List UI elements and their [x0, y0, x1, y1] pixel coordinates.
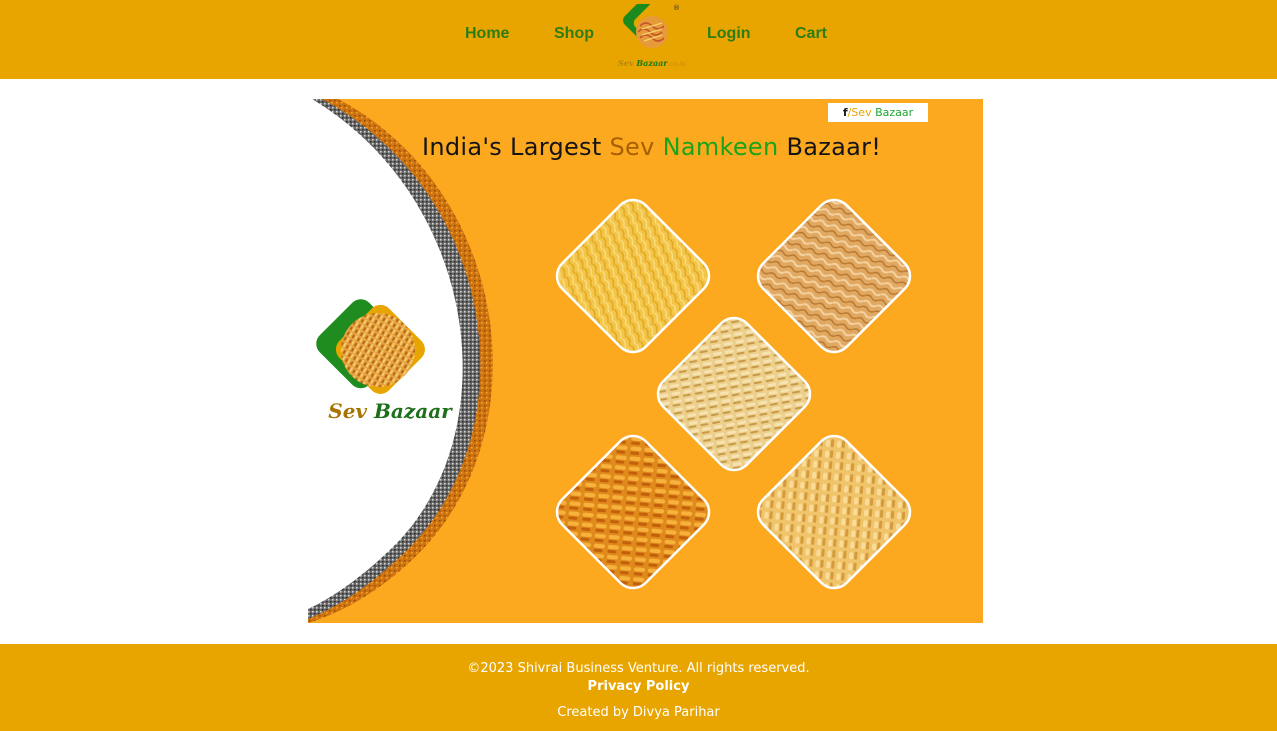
logo-diamond-icon [623, 0, 675, 48]
headline-namkeen: Namkeen [662, 133, 779, 161]
footer-copyright: ©2023 Shivrai Business Venture. All righ… [467, 661, 810, 676]
brand-word-bazaar: Bazaar [374, 399, 452, 423]
nav-home-link[interactable]: Home [465, 25, 509, 43]
brand-word-sev: Sev [328, 399, 368, 423]
fb-tag-word-bazaar: Bazaar [875, 106, 914, 119]
registered-mark: ® [673, 4, 680, 12]
privacy-policy-link[interactable]: Privacy Policy [0, 679, 1277, 694]
logo-domain-suffix: .co.in [667, 61, 686, 68]
site-logo[interactable]: ® Sev Bazaar.co.in [616, 0, 688, 70]
logo-word-bazaar: Bazaar [636, 58, 668, 68]
nav-shop-link[interactable]: Shop [554, 25, 594, 43]
logo-wordmark: Sev Bazaar.co.in [616, 58, 688, 68]
banner-brand-name: Sev Bazaar [320, 399, 460, 423]
nav-login-link[interactable]: Login [707, 25, 751, 43]
hero-banner: f/Sev Bazaar India's Largest Sev Namkeen… [308, 99, 983, 623]
facebook-tag[interactable]: f/Sev Bazaar [828, 103, 928, 122]
footer-credit: Created by Divya Parihar [557, 705, 720, 720]
nav-cart-link[interactable]: Cart [795, 25, 827, 43]
banner-artwork [308, 99, 912, 623]
logo-word-sev: Sev [618, 58, 634, 68]
fb-tag-word-sev: Sev [851, 106, 872, 119]
site-footer: ©2023 Shivrai Business Venture. All righ… [0, 644, 1277, 731]
headline-part1: India's Largest [422, 133, 602, 161]
headline-bazaar: Bazaar! [786, 133, 882, 161]
site-header: Home Shop ® Sev Bazaar.co.in Login Cart [0, 0, 1277, 79]
banner-headline: India's Largest Sev Namkeen Bazaar! [422, 133, 881, 161]
headline-sev: Sev [609, 133, 655, 161]
